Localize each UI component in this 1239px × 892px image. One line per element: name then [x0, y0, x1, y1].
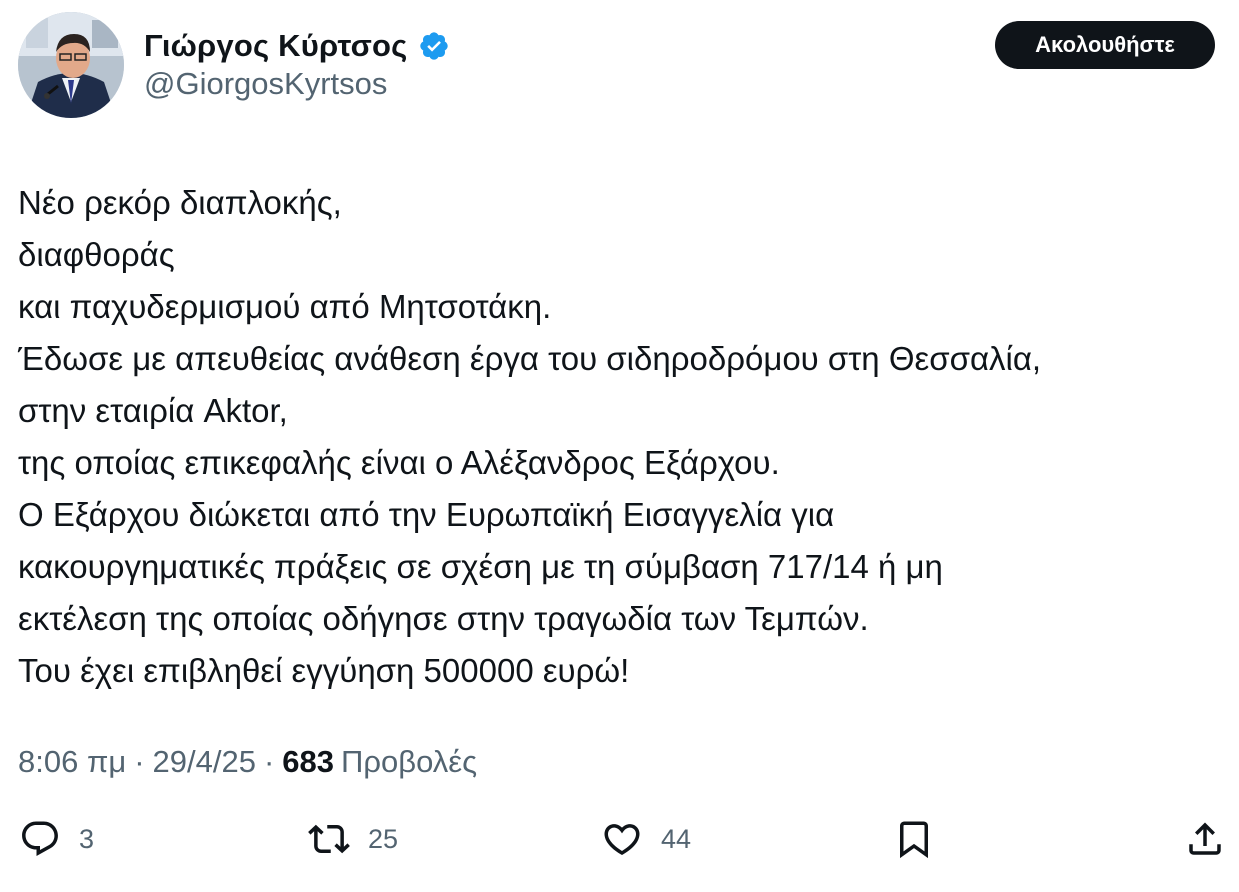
bookmark-icon: [893, 818, 935, 860]
reply-button[interactable]: 3: [19, 818, 94, 860]
tweet-line: Νέο ρεκόρ διαπλοκής,: [18, 184, 342, 221]
tweet-header: Γιώργος Κύρτσος @GiorgosKyrtsos Ακολουθή…: [0, 0, 1239, 130]
reply-icon: [19, 818, 61, 860]
reply-count: 3: [79, 823, 95, 854]
retweet-count: 25: [368, 823, 399, 854]
tweet-line: Του έχει επιβληθεί εγγύηση 500000 ευρώ!: [18, 652, 630, 689]
tweet-line: και παχυδερμισμού από Μητσοτάκη.: [18, 288, 552, 325]
tweet-line: εκτέλεση της οποίας οδήγησε στην τραγωδί…: [18, 600, 869, 637]
retweet-icon: [308, 818, 350, 860]
verified-badge-icon[interactable]: [418, 30, 450, 62]
tweet-actions-bar: 3 25 44: [0, 812, 1239, 872]
avatar[interactable]: [18, 12, 124, 118]
views-label: Προβολές: [341, 744, 478, 779]
share-button[interactable]: [1184, 818, 1226, 860]
like-button[interactable]: 44: [601, 818, 691, 860]
tweet-line: Έδωσε με απευθείας ανάθεση έργα του σιδη…: [18, 340, 1042, 377]
bookmark-button[interactable]: [893, 818, 935, 860]
meta-separator: ·: [134, 744, 145, 779]
tweet-line: διαφθοράς: [18, 236, 175, 273]
meta-separator: ·: [263, 744, 275, 779]
tweet-line: στην εταιρία Aktor,: [18, 392, 288, 429]
tweet-date[interactable]: 29/4/25: [153, 744, 256, 780]
author-handle[interactable]: @GiorgosKyrtsos: [144, 66, 387, 102]
follow-button[interactable]: Ακολουθήστε: [995, 21, 1215, 69]
tweet-meta: 8:06 πμ · 29/4/25 · 683 Προβολές: [18, 744, 477, 780]
author-display-name[interactable]: Γιώργος Κύρτσος: [144, 28, 408, 64]
share-icon: [1184, 818, 1226, 860]
author-name-row: Γιώργος Κύρτσος: [144, 24, 450, 68]
heart-icon: [601, 818, 643, 860]
retweet-button[interactable]: 25: [308, 818, 398, 860]
views-count: 683: [282, 744, 335, 779]
tweet-body: Νέο ρεκόρ διαπλοκής, διαφθοράς και παχυδ…: [18, 177, 1218, 697]
tweet-time[interactable]: 8:06 πμ: [18, 744, 126, 780]
like-count: 44: [661, 823, 692, 854]
tweet-line: Ο Εξάρχου διώκεται από την Ευρωπαϊκή Εισ…: [18, 496, 835, 533]
tweet-line: κακουργηματικές πράξεις σε σχέση με τη σ…: [18, 548, 943, 585]
tweet-line: της οποίας επικεφαλής είναι ο Αλέξανδρος…: [18, 444, 780, 481]
